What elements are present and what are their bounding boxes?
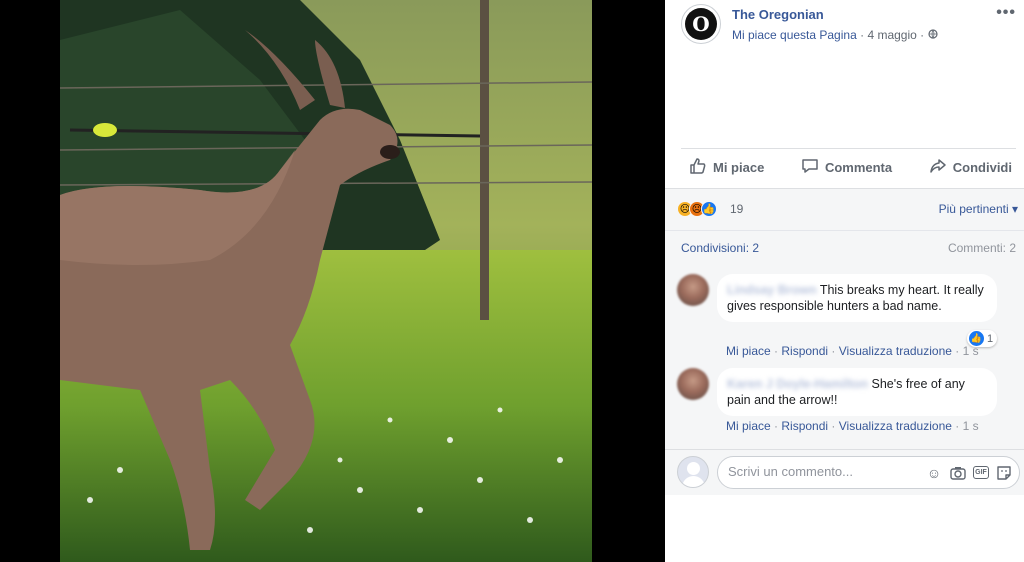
commenter-name[interactable]: Lindsay Brown [727,282,817,298]
page-avatar[interactable]: O [681,4,721,44]
like-page-link[interactable]: Mi piace questa Pagina [732,28,857,42]
comment-translate-link[interactable]: Visualizza traduzione [839,344,952,358]
meta-separator: · [920,28,925,42]
post-date[interactable]: 4 maggio [867,28,916,42]
meta-separator: · [860,28,865,42]
comment-sort-dropdown[interactable]: Più pertinenti ▾ [939,202,1018,216]
commenter-avatar[interactable] [677,274,709,306]
globe-icon [927,28,938,42]
reaction-count[interactable]: 19 [730,202,743,216]
comment-button[interactable]: Commenta [801,157,892,178]
commenter-avatar[interactable] [677,368,709,400]
post-photo[interactable] [60,0,592,562]
photo-pane [0,0,665,562]
composer-tools: ☺ GIF [925,464,1013,482]
comment-like-link[interactable]: Mi piace [726,419,771,433]
comments-count: Commenti: 2 [947,241,1016,255]
comment-reply-link[interactable]: Rispondi [781,344,828,358]
avatar-head [687,462,700,475]
comment-time[interactable]: 1 s [963,344,979,358]
caret-down-icon: ▾ [1011,202,1018,216]
more-options-icon[interactable]: ••• [996,4,1016,22]
comment-bubble: Karen J Doyle-Hamilton She's free of any… [717,368,997,416]
like-button[interactable]: Mi piace [689,157,764,178]
deer-photo-illustration [60,0,592,562]
share-arrow-icon [929,157,947,178]
sticker-icon[interactable] [995,464,1013,482]
shares-count[interactable]: Condivisioni: 2 [681,241,759,255]
post-meta: Mi piace questa Pagina · 4 maggio · [732,28,938,42]
emoji-icon[interactable]: ☺ [925,464,943,482]
thumbs-up-icon [689,157,707,178]
user-avatar [677,456,709,488]
share-button[interactable]: Condividi [929,157,1012,178]
share-label: Condividi [952,160,1012,175]
comment-label: Commenta [824,160,893,175]
comment-reply-link[interactable]: Rispondi [781,419,828,433]
camera-icon[interactable] [949,464,967,482]
photo-viewer: O The Oregonian Mi piace questa Pagina ·… [0,0,1024,562]
comment-like-link[interactable]: Mi piace [726,344,771,358]
comment-list: Lindsay Brown This breaks my heart. It r… [665,264,1024,449]
comment-input[interactable] [728,464,908,479]
comment-like-count: 1 [987,332,994,345]
post-sidebar: O The Oregonian Mi piace questa Pagina ·… [665,0,1024,562]
like-reaction-icon: 👍 [701,201,717,217]
gif-icon[interactable]: GIF [973,466,989,479]
post-actions: Mi piace Commenta Condividi [681,148,1016,186]
post-stats: Condivisioni: 2 Commenti: 2 [665,230,1024,264]
comment-composer: ☺ GIF [665,449,1024,495]
sort-label: Più pertinenti [938,202,1009,216]
page-logo: O [685,8,717,40]
comment-input-box[interactable]: ☺ GIF [717,456,1020,489]
page-name-link[interactable]: The Oregonian [732,7,824,22]
comment-time[interactable]: 1 s [963,419,979,433]
reactions-bar: ☹ ☹ 👍 19 Più pertinenti ▾ [665,188,1024,230]
comment-links: Mi piace · Rispondi · Visualizza traduzi… [726,344,979,358]
comment-bubble: Lindsay Brown This breaks my heart. It r… [717,274,997,322]
reaction-icons[interactable]: ☹ ☹ 👍 [677,201,717,217]
like-label: Mi piace [713,160,765,175]
comment-translate-link[interactable]: Visualizza traduzione [839,419,952,433]
avatar-body [682,476,705,487]
post-header: O The Oregonian Mi piace questa Pagina ·… [681,4,1016,48]
comment-icon [801,157,819,178]
commenter-name[interactable]: Karen J Doyle-Hamilton [727,376,868,392]
comment-links: Mi piace · Rispondi · Visualizza traduzi… [726,419,979,433]
